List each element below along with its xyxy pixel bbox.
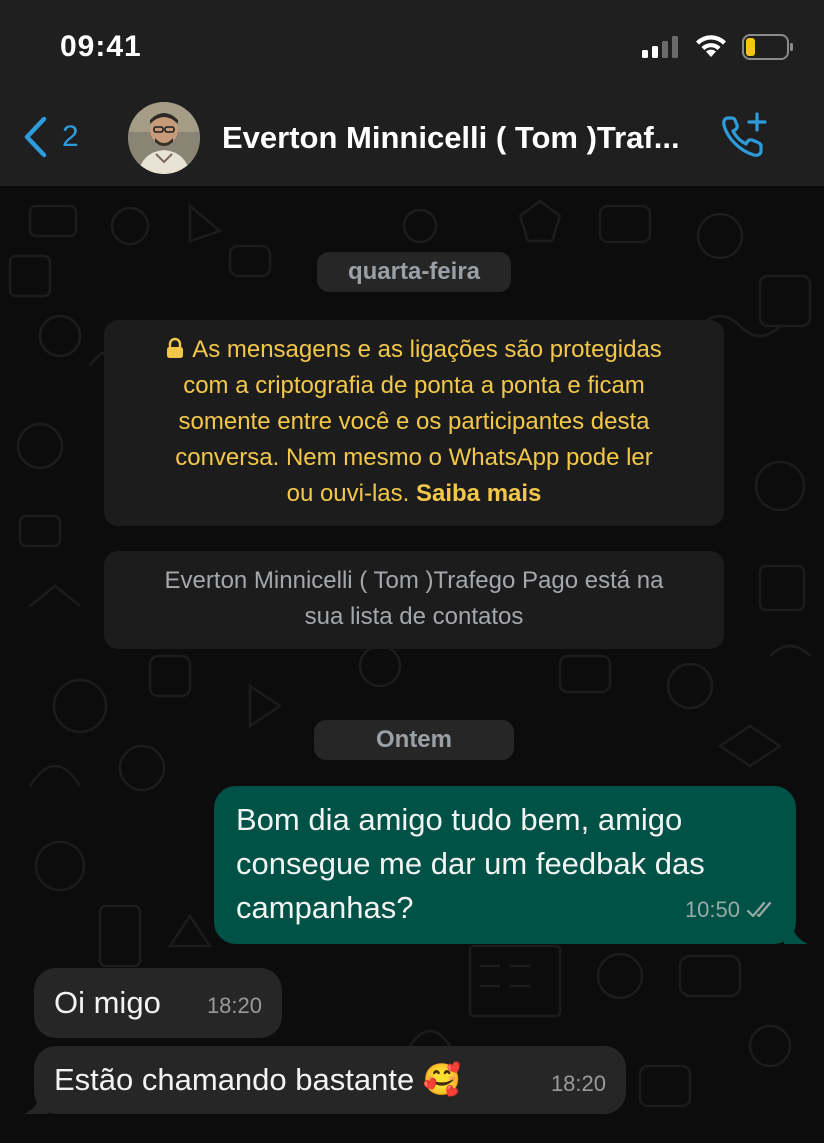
- encryption-notice[interactable]: As mensagens e as ligações são protegida…: [104, 320, 724, 526]
- contact-notice: Everton Minnicelli ( Tom )Trafego Pago e…: [104, 551, 724, 649]
- message-time: 18:20: [206, 993, 262, 1018]
- top-bar: 09:41 2 Everton Minnicelli (Tom)Traf..…: [0, 0, 824, 186]
- status-time: 09:41: [60, 30, 142, 63]
- encryption-line-5: ou ouvi-las. Saiba mais: [104, 476, 724, 512]
- date-separator: quarta-feira: [317, 252, 511, 292]
- avatar-image: [128, 102, 200, 174]
- chat-area[interactable]: quarta-feira As mensagens e as ligações …: [0, 186, 824, 1143]
- contact-notice-line-1: Everton Minnicelli ( Tom )Trafego Pago e…: [164, 567, 664, 594]
- avatar[interactable]: [128, 102, 200, 174]
- bubble-tail-outgoing: [784, 924, 808, 944]
- signal-icon: [642, 36, 678, 58]
- double-check-icon: [746, 901, 772, 918]
- contact-notice-line-2: sua lista de contatos: [304, 603, 524, 630]
- message-text: Estão chamando bastante 🥰: [54, 1062, 462, 1097]
- encryption-line-3: somente entre você e os participantes de…: [178, 408, 650, 435]
- learn-more-link[interactable]: Saiba mais: [416, 480, 541, 507]
- message-outgoing[interactable]: Bom dia amigo tudo bem, amigo consegue m…: [214, 786, 796, 944]
- date-separator-yesterday: Ontem: [314, 720, 514, 760]
- encryption-text-1: As mensagens e as ligações são protegida…: [192, 336, 662, 363]
- encryption-line-2: com a criptografia de ponta a ponta e fi…: [183, 372, 645, 399]
- message-line-2: consegue me dar um feedbak das: [236, 846, 705, 881]
- message-meta: 10:50: [685, 888, 776, 932]
- battery-icon: [742, 34, 793, 60]
- encryption-line-4: conversa. Nem mesmo o WhatsApp pode ler: [175, 444, 653, 471]
- bubble-tail-incoming: [24, 1094, 48, 1114]
- message-incoming[interactable]: Oi migo 18:20: [34, 968, 282, 1038]
- message-time: 10:50: [684, 897, 740, 922]
- message-line-1: Bom dia amigo tudo bem, amigo: [236, 802, 683, 837]
- add-call-icon: [722, 112, 767, 157]
- message-incoming[interactable]: Estão chamando bastante 🥰 18:20: [34, 1046, 626, 1114]
- encryption-text-5: ou ouvi-las.: [286, 480, 410, 507]
- wifi-icon: [696, 35, 726, 57]
- status-icons: [642, 34, 794, 60]
- encryption-line-1: As mensagens e as ligações são protegida…: [104, 332, 724, 368]
- contact-name[interactable]: Everton Minnicelli ( Tom )Traf...: [222, 120, 702, 156]
- message-text: Oi migo: [54, 985, 161, 1020]
- add-call-button[interactable]: [718, 110, 770, 167]
- chat-header: 2 Everton Minnicelli ( Tom )Traf...: [0, 96, 824, 182]
- lock-icon: [167, 337, 184, 358]
- unread-count: 2: [62, 120, 79, 153]
- message-time: 18:20: [550, 1071, 606, 1096]
- chevron-left-icon: [24, 116, 47, 158]
- back-button[interactable]: 2: [22, 116, 79, 158]
